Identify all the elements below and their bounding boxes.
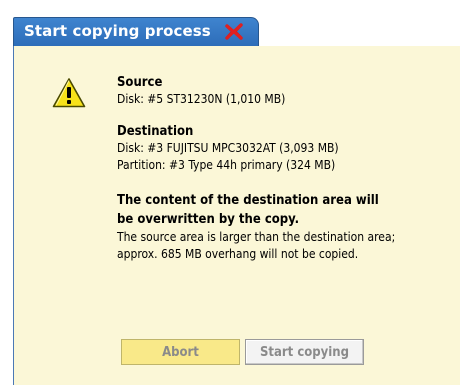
tab-start-copying-process[interactable]: Start copying process <box>13 17 259 47</box>
overwrite-warning-section: The content of the destination area will… <box>117 191 457 263</box>
destination-partition-line: Partition: #3 Type 44h primary (324 MB) <box>117 158 336 172</box>
source-section: Source Disk: #5 ST31230N (1,010 MB) <box>117 74 457 108</box>
overhang-info-line-1: The source area is larger than the desti… <box>117 230 396 244</box>
overwrite-warning-line-1: The content of the destination area will <box>117 193 379 208</box>
abort-button-label: Abort <box>162 344 199 360</box>
close-x-icon[interactable] <box>224 22 244 42</box>
destination-heading: Destination <box>117 124 194 139</box>
start-copying-button[interactable]: Start copying <box>245 339 364 365</box>
destination-section: Destination Disk: #3 FUJITSU MPC3032AT (… <box>117 123 457 174</box>
tab-title: Start copying process <box>24 22 211 40</box>
overwrite-warning-line-2: be overwritten by the copy. <box>117 212 300 227</box>
source-heading: Source <box>117 75 163 90</box>
dialog-panel: Source Disk: #5 ST31230N (1,010 MB) Dest… <box>13 46 460 385</box>
overhang-info-line-2: approx. 685 MB overhang will not be copi… <box>117 247 359 261</box>
source-disk-line: Disk: #5 ST31230N (1,010 MB) <box>117 92 286 106</box>
dialog-content: Source Disk: #5 ST31230N (1,010 MB) Dest… <box>117 74 457 278</box>
destination-disk-line: Disk: #3 FUJITSU MPC3032AT (3,093 MB) <box>117 141 339 155</box>
abort-button[interactable]: Abort <box>121 339 240 365</box>
warning-icon <box>52 78 86 108</box>
start-copying-button-label: Start copying <box>259 344 349 360</box>
tab-strip: Start copying process <box>0 0 460 47</box>
